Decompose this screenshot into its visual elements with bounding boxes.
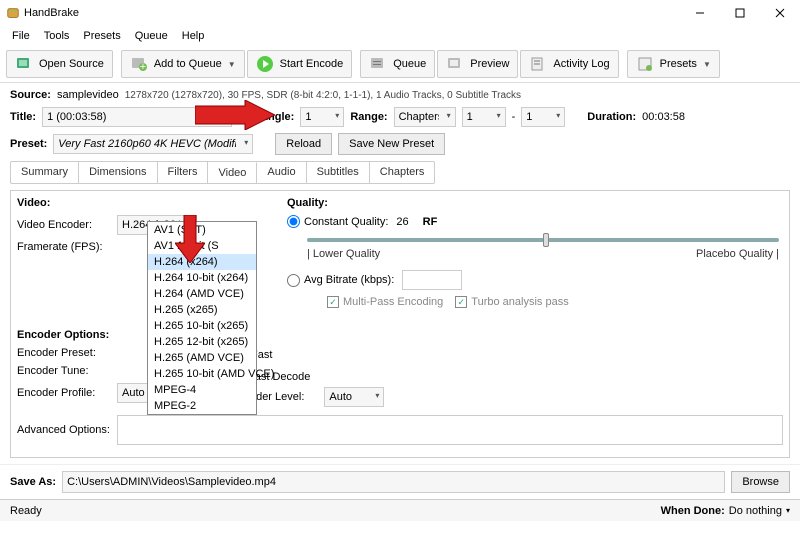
source-row: Source: samplevideo 1278x720 (1278x720),… xyxy=(10,89,790,101)
save-as-input[interactable] xyxy=(62,471,725,493)
quality-slider[interactable] xyxy=(307,238,779,242)
encoder-option[interactable]: H.264 (x264) xyxy=(148,254,256,270)
maximize-button[interactable] xyxy=(720,0,760,26)
encoder-option[interactable]: AV1 10-bit (S xyxy=(148,238,256,254)
menu-file[interactable]: File xyxy=(6,28,36,44)
title-label: Title: xyxy=(10,111,36,123)
duration-value: 00:03:58 xyxy=(642,111,685,123)
toolbar: Open Source + Add to Queue ▼ Start Encod… xyxy=(0,46,800,83)
multipass-label: Multi-Pass Encoding xyxy=(343,296,443,308)
start-encode-button[interactable]: Start Encode xyxy=(247,50,353,78)
advanced-options-input[interactable] xyxy=(117,415,783,445)
menubar: File Tools Presets Queue Help xyxy=(0,26,800,46)
activity-log-button[interactable]: Activity Log xyxy=(520,50,618,78)
tab-chapters[interactable]: Chapters xyxy=(370,162,435,183)
title-select[interactable]: 1 (00:03:58) xyxy=(42,107,232,127)
preview-button[interactable]: Preview xyxy=(437,50,518,78)
encoder-profile-label: Encoder Profile: xyxy=(17,387,117,399)
multipass-checkbox[interactable]: ✓ xyxy=(327,296,339,308)
status-bar: Ready When Done: Do nothing ▾ xyxy=(0,499,800,521)
advanced-options-label: Advanced Options: xyxy=(17,424,117,436)
tab-video[interactable]: Video xyxy=(208,162,257,183)
menu-presets[interactable]: Presets xyxy=(77,28,126,44)
avg-bitrate-label: Avg Bitrate (kbps): xyxy=(304,274,394,286)
encoder-option[interactable]: AV1 (SVT) xyxy=(148,222,256,238)
video-encoder-dropdown[interactable]: AV1 (SVT) AV1 10-bit (S H.264 (x264) H.2… xyxy=(147,221,257,415)
presets-button[interactable]: Presets ▼ xyxy=(627,50,720,78)
tab-filters[interactable]: Filters xyxy=(158,162,209,183)
encoder-tune-label: Encoder Tune: xyxy=(17,365,117,377)
range-to-select[interactable]: 1 xyxy=(521,107,565,127)
turbo-label: Turbo analysis pass xyxy=(471,296,568,308)
preset-select[interactable]: Very Fast 2160p60 4K HEVC (Modified) xyxy=(53,134,253,154)
menu-queue[interactable]: Queue xyxy=(129,28,174,44)
range-label: Range: xyxy=(350,111,387,123)
titlebar: HandBrake xyxy=(0,0,800,26)
reload-button[interactable]: Reload xyxy=(275,133,332,155)
encoder-option[interactable]: H.265 10-bit (x265) xyxy=(148,318,256,334)
app-icon xyxy=(6,6,20,20)
encoder-option[interactable]: H.265 12-bit (x265) xyxy=(148,334,256,350)
placebo-quality-label: Placebo Quality | xyxy=(696,248,779,260)
encoder-option[interactable]: H.264 (AMD VCE) xyxy=(148,286,256,302)
quality-section-title: Quality: xyxy=(287,197,783,209)
save-new-preset-button[interactable]: Save New Preset xyxy=(338,133,445,155)
video-panel: Video: Video Encoder: H.264 (x264) Frame… xyxy=(10,190,790,458)
encoder-option[interactable]: H.264 10-bit (x264) xyxy=(148,270,256,286)
source-name: samplevideo xyxy=(57,89,119,101)
when-done-value[interactable]: Do nothing xyxy=(729,505,782,517)
encoder-option[interactable]: H.265 (AMD VCE) xyxy=(148,350,256,366)
duration-label: Duration: xyxy=(587,111,636,123)
title-row: Title: 1 (00:03:58) Angle: 1 Range: Chap… xyxy=(10,107,790,127)
angle-label: Angle: xyxy=(260,111,294,123)
rf-label: RF xyxy=(423,216,438,228)
framerate-label: Framerate (FPS): xyxy=(17,241,117,253)
browse-button[interactable]: Browse xyxy=(731,471,790,493)
status-text: Ready xyxy=(10,505,42,517)
encoder-option[interactable]: H.265 10-bit (AMD VCE) xyxy=(148,366,256,382)
menu-help[interactable]: Help xyxy=(176,28,211,44)
preset-label: Preset: xyxy=(10,138,47,150)
avg-bitrate-radio[interactable] xyxy=(287,274,300,287)
preset-row: Preset: Very Fast 2160p60 4K HEVC (Modif… xyxy=(10,133,790,155)
close-button[interactable] xyxy=(760,0,800,26)
constant-quality-value: 26 xyxy=(396,216,408,228)
tab-dimensions[interactable]: Dimensions xyxy=(79,162,157,183)
tab-summary[interactable]: Summary xyxy=(11,162,79,183)
source-label: Source: xyxy=(10,89,51,101)
range-dash: - xyxy=(512,111,516,123)
video-section-title: Video: xyxy=(17,197,267,209)
constant-quality-radio[interactable] xyxy=(287,215,300,228)
tab-subtitles[interactable]: Subtitles xyxy=(307,162,370,183)
avg-bitrate-input[interactable] xyxy=(402,270,462,290)
range-mode-select[interactable]: Chapters xyxy=(394,107,456,127)
app-title: HandBrake xyxy=(24,7,79,19)
encoder-level-select[interactable]: Auto xyxy=(324,387,384,407)
add-to-queue-button[interactable]: + Add to Queue ▼ xyxy=(121,50,245,78)
tab-audio[interactable]: Audio xyxy=(257,162,306,183)
minimize-button[interactable] xyxy=(680,0,720,26)
lower-quality-label: | Lower Quality xyxy=(307,248,380,260)
encoder-option[interactable]: MPEG-2 xyxy=(148,398,256,414)
save-as-label: Save As: xyxy=(10,476,56,488)
video-encoder-label: Video Encoder: xyxy=(17,219,117,231)
angle-select[interactable]: 1 xyxy=(300,107,344,127)
range-from-select[interactable]: 1 xyxy=(462,107,506,127)
source-meta: 1278x720 (1278x720), 30 FPS, SDR (8-bit … xyxy=(125,90,521,101)
open-source-button[interactable]: Open Source xyxy=(6,50,113,78)
when-done-label: When Done: xyxy=(661,505,725,517)
tab-bar: Summary Dimensions Filters Video Audio S… xyxy=(10,161,435,184)
encoder-option[interactable]: MPEG-4 xyxy=(148,382,256,398)
encoder-preset-label: Encoder Preset: xyxy=(17,347,117,359)
constant-quality-label: Constant Quality: xyxy=(304,216,388,228)
encoder-option[interactable]: H.265 (x265) xyxy=(148,302,256,318)
save-as-row: Save As: Browse xyxy=(0,464,800,499)
svg-text:+: + xyxy=(140,61,146,73)
queue-button[interactable]: Queue xyxy=(360,50,435,78)
turbo-checkbox[interactable]: ✓ xyxy=(455,296,467,308)
menu-tools[interactable]: Tools xyxy=(38,28,76,44)
